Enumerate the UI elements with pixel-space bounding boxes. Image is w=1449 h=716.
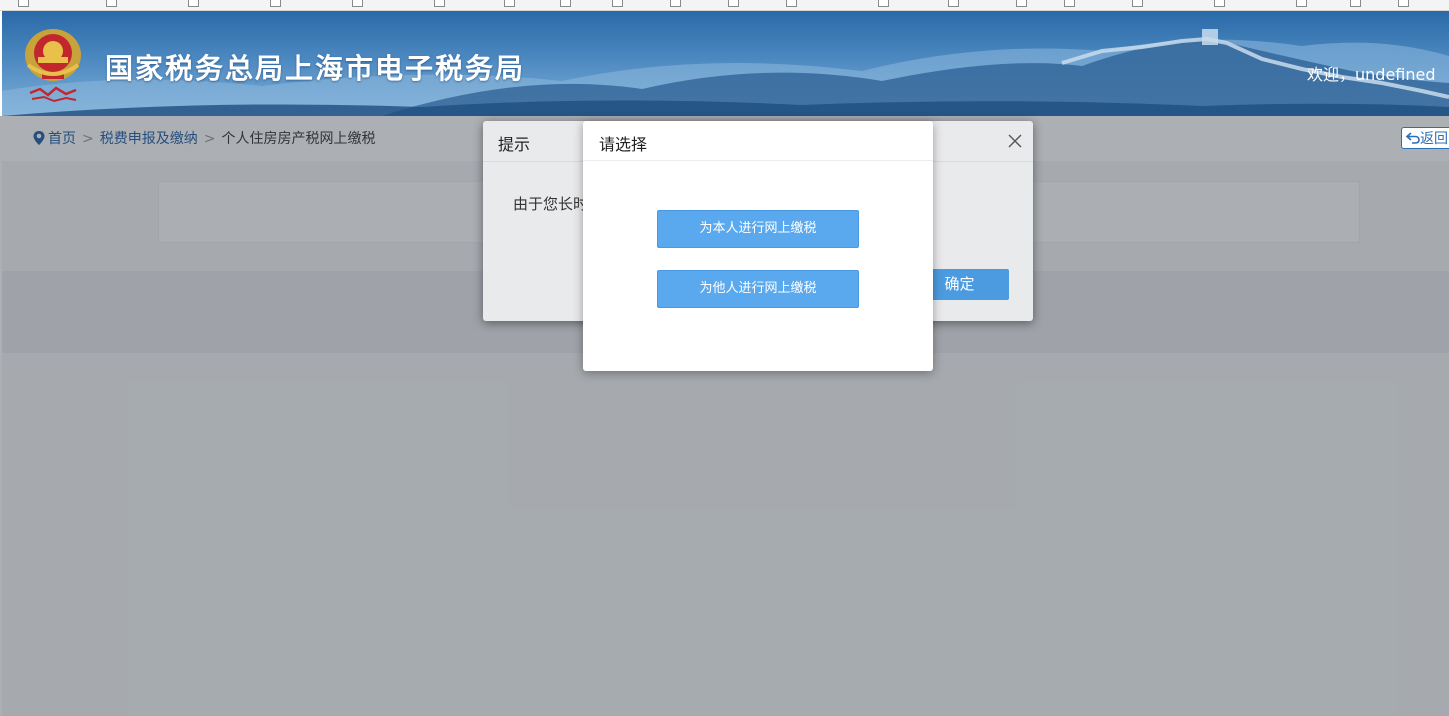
checkbox-icon — [434, 0, 445, 7]
bookmarks-strip — [0, 0, 1449, 11]
checkbox-icon — [1214, 0, 1225, 7]
pay-for-self-button[interactable]: 为本人进行网上缴税 — [657, 210, 859, 248]
checkbox-icon — [270, 0, 281, 7]
checkbox-icon — [188, 0, 199, 7]
pay-for-others-button[interactable]: 为他人进行网上缴税 — [657, 270, 859, 308]
checkbox-icon — [1064, 0, 1075, 7]
checkbox-icon — [670, 0, 681, 7]
checkbox-icon — [1016, 0, 1027, 7]
back-button[interactable]: 返回 — [1401, 127, 1449, 149]
checkbox-icon — [948, 0, 959, 7]
site-title: 国家税务总局上海市电子税务局 — [105, 52, 526, 85]
checkbox-icon — [878, 0, 889, 7]
checkbox-icon — [1132, 0, 1143, 7]
prompt-dialog-title: 提示 — [498, 135, 531, 154]
welcome-user: 欢迎，undefined — [1307, 65, 1436, 84]
checkbox-icon — [728, 0, 739, 7]
tax-emblem-logo — [25, 29, 81, 103]
welcome-text: 欢迎，undefined| — [1307, 61, 1449, 85]
site-header: 国家税务总局上海市电子税务局 欢迎，undefined| — [2, 11, 1449, 116]
checkbox-icon — [504, 0, 515, 7]
choice-dialog: 请选择 为本人进行网上缴税 为他人进行网上缴税 — [583, 121, 933, 371]
checkbox-icon — [786, 0, 797, 7]
checkbox-icon — [352, 0, 363, 7]
return-arrow-icon — [1405, 132, 1420, 144]
checkbox-icon — [1398, 0, 1409, 7]
checkbox-icon — [1296, 0, 1307, 7]
checkbox-icon — [106, 0, 117, 7]
checkbox-icon — [612, 0, 623, 7]
back-button-label: 返回 — [1420, 131, 1448, 147]
prompt-dialog-message: 由于您长时 — [513, 195, 589, 213]
choice-dialog-title: 请选择 — [599, 135, 648, 154]
checkbox-icon — [18, 0, 29, 7]
close-icon[interactable] — [1008, 134, 1022, 148]
checkbox-icon — [560, 0, 571, 7]
checkbox-icon — [1350, 0, 1361, 7]
